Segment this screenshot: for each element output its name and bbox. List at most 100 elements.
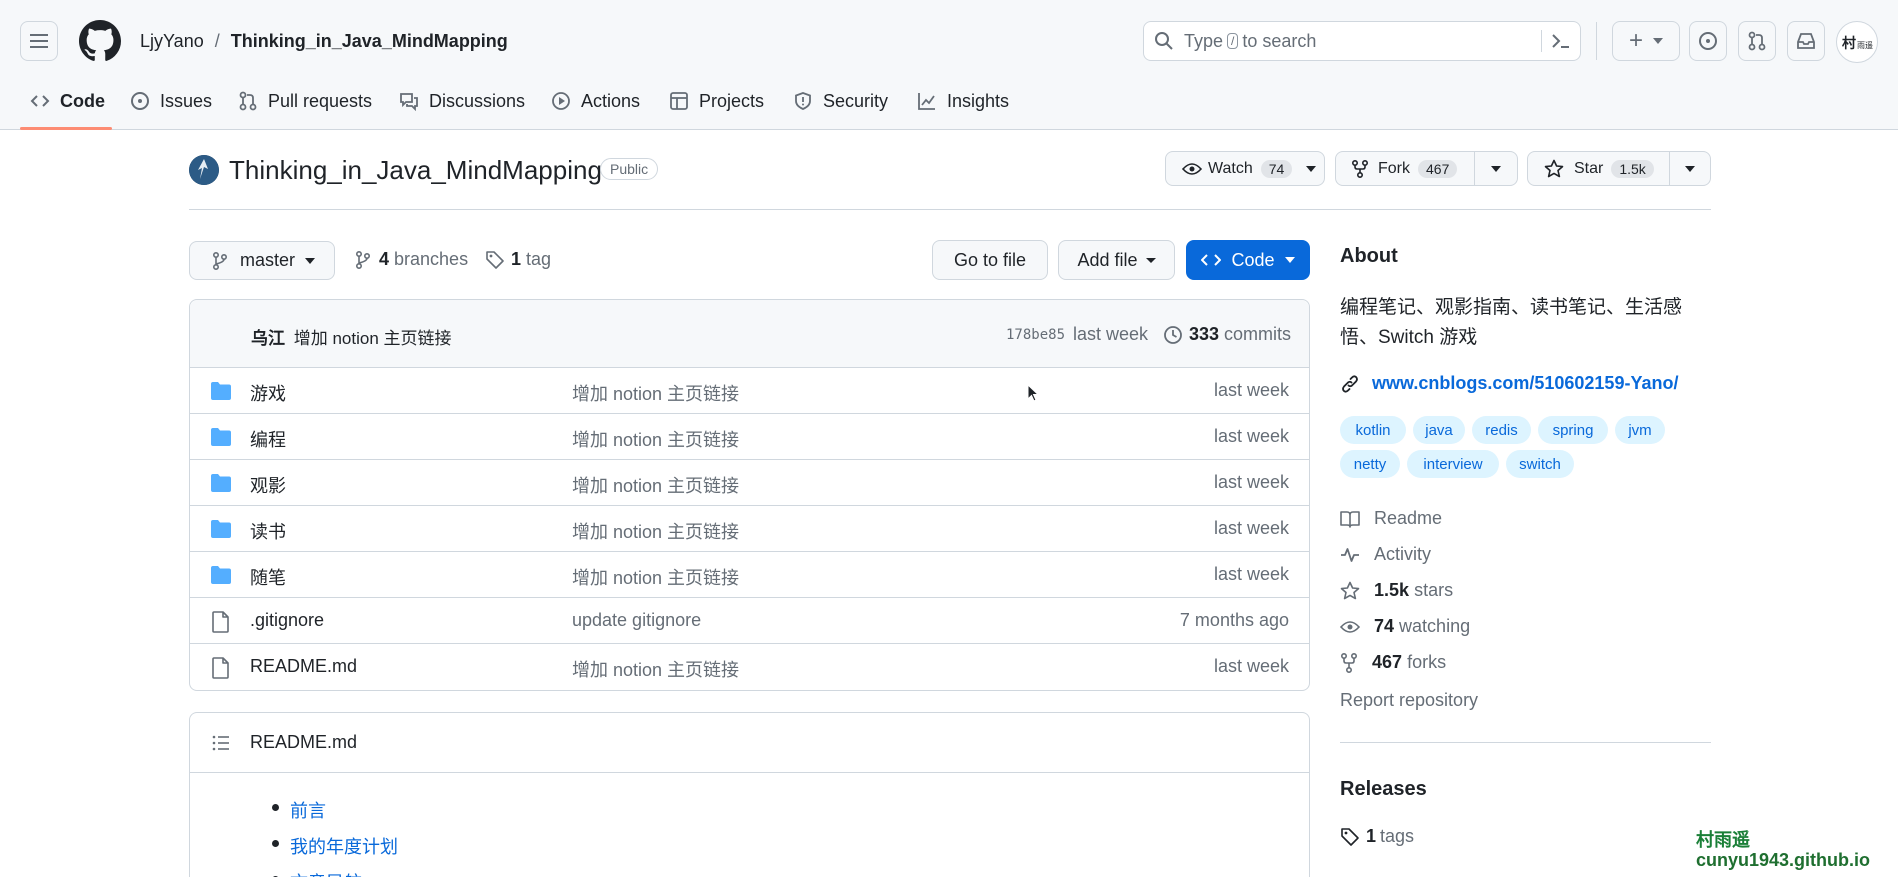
topic-tag[interactable]: redis	[1472, 416, 1531, 444]
tab-discussions[interactable]: Discussions	[399, 88, 525, 114]
watch-count: 74	[1260, 159, 1293, 178]
watching-link[interactable]: 74 watching	[1340, 616, 1470, 637]
watch-button[interactable]: Watch 74	[1165, 151, 1325, 186]
go-to-file-button[interactable]: Go to file	[932, 240, 1048, 280]
readme-title[interactable]: README.md	[250, 732, 357, 753]
table-row[interactable]: README.md 增加 notion 主页链接 last week	[190, 643, 1309, 689]
tab-code[interactable]: Code	[30, 88, 105, 114]
file-commit-message[interactable]: 增加 notion 主页链接	[572, 656, 739, 682]
create-new-button[interactable]: +	[1612, 21, 1680, 61]
repo-owner-avatar[interactable]	[189, 155, 219, 185]
list-item: 我的年度计划	[272, 833, 398, 869]
release-tags-label: tags	[1380, 826, 1415, 846]
releases-heading[interactable]: Releases	[1340, 778, 1427, 801]
inbox-icon	[1797, 33, 1815, 49]
forks-link[interactable]: 467 forks	[1340, 652, 1446, 673]
commits-link[interactable]: 333 commits	[1163, 324, 1291, 345]
table-row[interactable]: 编程 增加 notion 主页链接 last week	[190, 413, 1309, 459]
website-link[interactable]: www.cnblogs.com/510602159-Yano/	[1340, 373, 1678, 394]
breadcrumb-owner[interactable]: LjyYano	[140, 31, 204, 51]
file-table: 乌江 增加 notion 主页链接 178be85 last week 333 …	[189, 299, 1310, 691]
file-name[interactable]: .gitignore	[250, 610, 324, 631]
tags-count: 1	[511, 249, 522, 269]
file-commit-message[interactable]: 增加 notion 主页链接	[572, 518, 739, 544]
fork-button[interactable]: Fork 467	[1335, 151, 1475, 186]
table-row[interactable]: 游戏 增加 notion 主页链接 last week	[190, 367, 1309, 413]
pull-requests-button[interactable]	[1738, 21, 1776, 61]
file-name[interactable]: 观影	[250, 472, 286, 498]
tags-link[interactable]: 1 tag	[485, 249, 551, 270]
file-commit-message[interactable]: 增加 notion 主页链接	[572, 564, 739, 590]
global-header: LjyYano / Thinking_in_Java_MindMapping T…	[0, 0, 1898, 130]
tab-label: Projects	[699, 90, 765, 111]
file-commit-message[interactable]: 增加 notion 主页链接	[572, 472, 739, 498]
file-commit-message[interactable]: 增加 notion 主页链接	[572, 426, 739, 452]
folder-icon	[211, 520, 231, 538]
file-name[interactable]: 编程	[250, 426, 286, 452]
topic-tag[interactable]: kotlin	[1340, 416, 1406, 444]
file-commit-message[interactable]: update gitignore	[572, 610, 701, 631]
fork-count: 467	[1418, 159, 1458, 178]
branches-link[interactable]: 4 branches	[355, 249, 468, 270]
tab-issues[interactable]: Issues	[130, 88, 212, 114]
commit-author[interactable]: 乌江	[251, 329, 285, 348]
breadcrumb-repo[interactable]: Thinking_in_Java_MindMapping	[231, 31, 508, 51]
branch-select-button[interactable]: master	[189, 241, 335, 280]
table-row[interactable]: 读书 增加 notion 主页链接 last week	[190, 505, 1309, 551]
avatar[interactable]: 村雨遥	[1836, 21, 1878, 63]
tab-pull-requests[interactable]: Pull requests	[238, 88, 372, 114]
tab-insights[interactable]: Insights	[917, 88, 1009, 114]
add-file-button[interactable]: Add file	[1058, 240, 1175, 280]
search-divider	[1541, 30, 1542, 52]
toc-link[interactable]: 文章导航	[290, 869, 362, 877]
table-row[interactable]: 随笔 增加 notion 主页链接 last week	[190, 551, 1309, 597]
topic-tag[interactable]: jvm	[1615, 416, 1665, 444]
search-input[interactable]: Type / to search	[1143, 21, 1581, 61]
toc-link[interactable]: 我的年度计划	[290, 833, 398, 859]
issues-button[interactable]	[1689, 21, 1727, 61]
command-palette-icon[interactable]	[1552, 33, 1570, 49]
fork-dropdown-button[interactable]	[1474, 151, 1518, 186]
table-row[interactable]: .gitignore update gitignore 7 months ago	[190, 597, 1309, 643]
repo-header-divider	[189, 209, 1711, 210]
list-item: 文章导航	[272, 869, 398, 877]
table-row[interactable]: 观影 增加 notion 主页链接 last week	[190, 459, 1309, 505]
tab-projects[interactable]: Projects	[669, 88, 764, 114]
website-url: www.cnblogs.com/510602159-Yano/	[1372, 373, 1679, 393]
file-name[interactable]: README.md	[250, 656, 357, 677]
activity-link[interactable]: Activity	[1340, 544, 1431, 565]
star-dropdown-button[interactable]	[1669, 151, 1711, 186]
file-name[interactable]: 随笔	[250, 564, 286, 590]
code-dropdown-button[interactable]: Code	[1186, 240, 1310, 280]
release-tags-link[interactable]: 1 tags	[1340, 826, 1414, 847]
topic-tag[interactable]: spring	[1538, 416, 1608, 444]
github-logo-icon[interactable]	[79, 20, 121, 62]
visibility-badge: Public	[600, 158, 659, 180]
toc-link[interactable]: 前言	[290, 797, 326, 823]
folder-icon	[211, 428, 231, 446]
report-repository-link[interactable]: Report repository	[1340, 690, 1478, 711]
latest-commit-bar: 乌江 增加 notion 主页链接 178be85 last week 333 …	[190, 300, 1309, 368]
commits-label: commits	[1224, 324, 1292, 344]
readme-link[interactable]: Readme	[1340, 508, 1442, 529]
breadcrumb-separator: /	[214, 31, 220, 51]
svg-text:雨遥: 雨遥	[1857, 40, 1873, 50]
file-commit-message[interactable]: 增加 notion 主页链接	[572, 380, 739, 406]
inbox-button[interactable]	[1787, 21, 1825, 61]
topic-tag[interactable]: java	[1413, 416, 1465, 444]
file-name[interactable]: 读书	[250, 518, 286, 544]
repo-title[interactable]: Thinking_in_Java_MindMapping	[229, 155, 602, 186]
menu-button[interactable]	[20, 21, 58, 61]
topic-tag[interactable]: switch	[1506, 450, 1574, 478]
commit-message[interactable]: 增加 notion 主页链接	[294, 329, 452, 348]
star-button[interactable]: Star 1.5k	[1527, 151, 1670, 186]
tab-security[interactable]: Security	[793, 88, 888, 114]
commit-hash[interactable]: 178be85	[1006, 327, 1065, 343]
tab-actions[interactable]: Actions	[551, 88, 640, 114]
list-icon[interactable]	[212, 735, 230, 751]
topic-tag[interactable]: interview	[1407, 450, 1499, 478]
tag-icon	[1341, 827, 1359, 846]
stars-link[interactable]: 1.5k stars	[1340, 580, 1453, 601]
file-name[interactable]: 游戏	[250, 380, 286, 406]
topic-tag[interactable]: netty	[1340, 450, 1400, 478]
